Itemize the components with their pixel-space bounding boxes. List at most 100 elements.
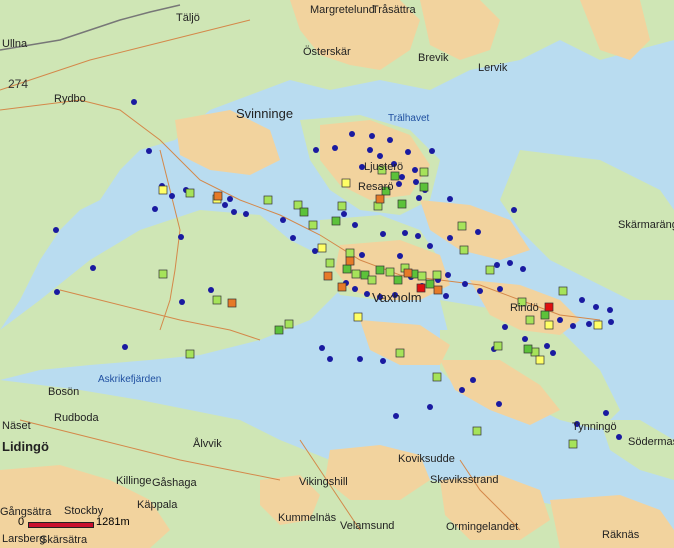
blue-marker[interactable] — [494, 262, 500, 268]
blue-marker[interactable] — [122, 344, 128, 350]
blue-marker[interactable] — [522, 336, 528, 342]
square-marker[interactable] — [263, 195, 273, 205]
orange-marker[interactable] — [213, 191, 223, 201]
square-marker[interactable] — [375, 265, 385, 275]
square-marker[interactable] — [317, 243, 327, 253]
map-canvas[interactable]: Täljö Margretelund Tråsättra Ullna Öster… — [0, 0, 674, 548]
blue-marker[interactable] — [377, 153, 383, 159]
blue-marker[interactable] — [131, 99, 137, 105]
square-marker[interactable] — [212, 295, 222, 305]
blue-marker[interactable] — [357, 356, 363, 362]
square-marker[interactable] — [299, 207, 309, 217]
blue-marker[interactable] — [550, 350, 556, 356]
blue-marker[interactable] — [227, 196, 233, 202]
blue-marker[interactable] — [443, 293, 449, 299]
blue-marker[interactable] — [352, 222, 358, 228]
square-marker[interactable] — [341, 178, 351, 188]
square-marker[interactable] — [593, 320, 603, 330]
square-marker[interactable] — [417, 271, 427, 281]
blue-marker[interactable] — [570, 323, 576, 329]
blue-marker[interactable] — [586, 321, 592, 327]
blue-marker[interactable] — [319, 345, 325, 351]
blue-marker[interactable] — [231, 209, 237, 215]
blue-marker[interactable] — [208, 287, 214, 293]
orange-marker[interactable] — [323, 271, 333, 281]
blue-marker[interactable] — [416, 195, 422, 201]
square-marker[interactable] — [390, 171, 400, 181]
square-marker[interactable] — [523, 344, 533, 354]
blue-marker[interactable] — [178, 234, 184, 240]
blue-marker[interactable] — [557, 317, 563, 323]
blue-marker[interactable] — [396, 181, 402, 187]
blue-marker[interactable] — [511, 207, 517, 213]
square-marker[interactable] — [395, 348, 405, 358]
blue-marker[interactable] — [402, 230, 408, 236]
square-marker[interactable] — [385, 267, 395, 277]
square-marker[interactable] — [337, 201, 347, 211]
blue-marker[interactable] — [387, 137, 393, 143]
square-marker[interactable] — [459, 245, 469, 255]
blue-marker[interactable] — [169, 193, 175, 199]
blue-marker[interactable] — [447, 196, 453, 202]
blue-marker[interactable] — [459, 387, 465, 393]
orange-marker[interactable] — [433, 285, 443, 295]
square-marker[interactable] — [493, 341, 503, 351]
square-marker[interactable] — [345, 248, 355, 258]
blue-marker[interactable] — [607, 307, 613, 313]
blue-marker[interactable] — [445, 272, 451, 278]
blue-marker[interactable] — [364, 291, 370, 297]
blue-marker[interactable] — [502, 324, 508, 330]
blue-marker[interactable] — [593, 304, 599, 310]
blue-marker[interactable] — [413, 179, 419, 185]
square-marker[interactable] — [568, 439, 578, 449]
blue-marker[interactable] — [497, 286, 503, 292]
square-marker[interactable] — [185, 349, 195, 359]
blue-marker[interactable] — [397, 253, 403, 259]
orange-marker[interactable] — [345, 256, 355, 266]
blue-marker[interactable] — [179, 299, 185, 305]
square-marker[interactable] — [367, 275, 377, 285]
square-marker[interactable] — [158, 185, 168, 195]
blue-marker[interactable] — [53, 227, 59, 233]
blue-marker[interactable] — [393, 413, 399, 419]
square-marker[interactable] — [558, 286, 568, 296]
square-marker[interactable] — [425, 279, 435, 289]
blue-marker[interactable] — [369, 133, 375, 139]
blue-marker[interactable] — [477, 288, 483, 294]
square-marker[interactable] — [325, 258, 335, 268]
blue-marker[interactable] — [290, 235, 296, 241]
square-marker[interactable] — [397, 199, 407, 209]
blue-marker[interactable] — [312, 248, 318, 254]
square-marker[interactable] — [544, 320, 554, 330]
square-marker[interactable] — [342, 264, 352, 274]
blue-marker[interactable] — [280, 217, 286, 223]
square-marker[interactable] — [457, 221, 467, 231]
blue-marker[interactable] — [462, 281, 468, 287]
blue-marker[interactable] — [429, 148, 435, 154]
blue-marker[interactable] — [352, 286, 358, 292]
blue-marker[interactable] — [332, 145, 338, 151]
blue-marker[interactable] — [427, 404, 433, 410]
blue-marker[interactable] — [447, 235, 453, 241]
blue-marker[interactable] — [616, 434, 622, 440]
blue-marker[interactable] — [427, 243, 433, 249]
orange-marker[interactable] — [403, 268, 413, 278]
blue-marker[interactable] — [380, 358, 386, 364]
blue-marker[interactable] — [341, 211, 347, 217]
square-marker[interactable] — [525, 315, 535, 325]
blue-marker[interactable] — [520, 266, 526, 272]
square-marker[interactable] — [284, 319, 294, 329]
square-marker[interactable] — [432, 372, 442, 382]
blue-marker[interactable] — [222, 202, 228, 208]
blue-marker[interactable] — [54, 289, 60, 295]
blue-marker[interactable] — [412, 167, 418, 173]
blue-marker[interactable] — [243, 211, 249, 217]
blue-marker[interactable] — [415, 233, 421, 239]
square-marker[interactable] — [419, 182, 429, 192]
square-marker[interactable] — [485, 265, 495, 275]
blue-marker[interactable] — [152, 206, 158, 212]
blue-marker[interactable] — [496, 401, 502, 407]
blue-marker[interactable] — [367, 147, 373, 153]
square-marker[interactable] — [393, 275, 403, 285]
red-marker[interactable] — [544, 302, 554, 312]
